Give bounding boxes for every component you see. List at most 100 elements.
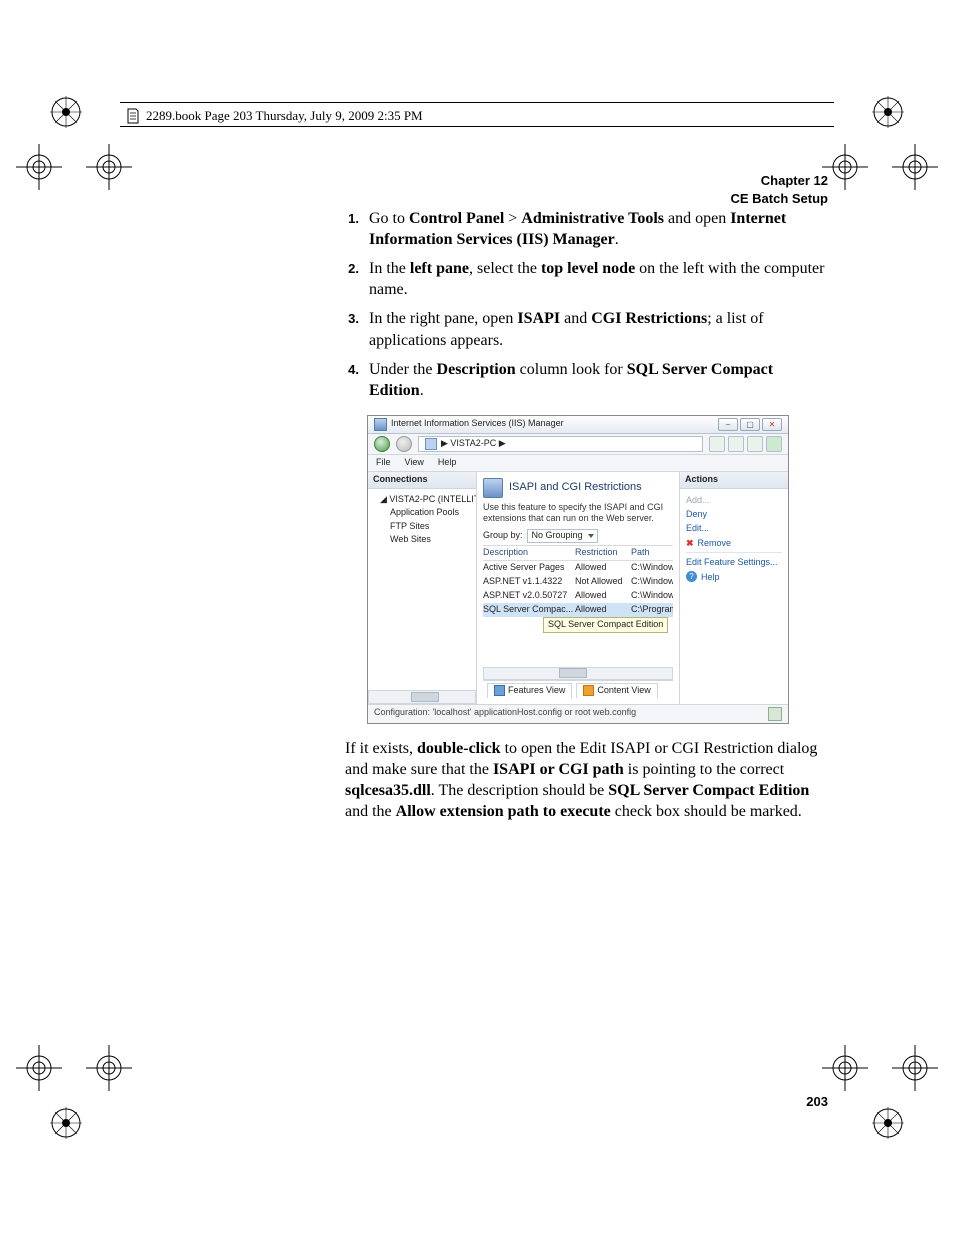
reg-circle-tr bbox=[870, 94, 906, 130]
table-row[interactable]: Active Server PagesAllowedC:\Window bbox=[483, 561, 673, 575]
menu-bar: File View Help bbox=[368, 455, 788, 472]
remove-icon: ✖ bbox=[686, 536, 694, 550]
help-icon: ? bbox=[686, 571, 697, 582]
window-titlebar: Internet Information Services (IIS) Mana… bbox=[368, 416, 788, 434]
app-icon bbox=[374, 418, 387, 431]
close-button[interactable]: ✕ bbox=[762, 418, 782, 431]
chapter-header: Chapter 12 CE Batch Setup bbox=[730, 172, 828, 207]
step-body: Go to Control Panel > Administrative Too… bbox=[369, 208, 831, 250]
instruction-step: 4.Under the Description column look for … bbox=[345, 359, 831, 401]
tab-features-view[interactable]: Features View bbox=[487, 683, 572, 698]
reg-circle-br bbox=[870, 1105, 906, 1141]
table-header[interactable]: Description Restriction Path bbox=[483, 546, 673, 561]
mid-scrollbar[interactable] bbox=[483, 667, 673, 680]
left-scrollbar[interactable] bbox=[368, 690, 476, 704]
action-item[interactable]: ?Help bbox=[686, 570, 782, 584]
groupby-label: Group by: bbox=[483, 530, 523, 542]
tree-item[interactable]: Web Sites bbox=[370, 533, 474, 547]
maximize-button[interactable]: ▢ bbox=[740, 418, 760, 431]
tagline-text: 2289.book Page 203 Thursday, July 9, 200… bbox=[146, 108, 423, 124]
instruction-step: 1.Go to Control Panel > Administrative T… bbox=[345, 208, 831, 250]
toolbar-icon-3[interactable] bbox=[747, 436, 763, 452]
action-item[interactable]: Edit... bbox=[686, 521, 782, 535]
step-number: 4. bbox=[345, 359, 359, 401]
step-body: In the left pane, select the top level n… bbox=[369, 258, 831, 300]
col-path: Path bbox=[631, 547, 673, 559]
restrictions-table: Description Restriction Path Active Serv… bbox=[483, 545, 673, 616]
nav-toolbar: ▶ VISTA2-PC ▶ bbox=[368, 434, 788, 455]
reg-circle-bl bbox=[48, 1105, 84, 1141]
feature-title: ISAPI and CGI Restrictions bbox=[509, 480, 642, 495]
breadcrumb-text: ▶ VISTA2-PC ▶ bbox=[441, 438, 506, 450]
minimize-button[interactable]: – bbox=[718, 418, 738, 431]
groupby-select[interactable]: No Grouping bbox=[527, 529, 598, 543]
tagline-rule-bottom bbox=[120, 126, 834, 127]
features-tab-icon bbox=[494, 685, 505, 696]
view-tabs: Features View Content View bbox=[483, 680, 673, 700]
feature-description: Use this feature to specify the ISAPI an… bbox=[483, 502, 673, 524]
table-row[interactable]: SQL Server Compac...AllowedC:\ProgramSQL… bbox=[483, 603, 673, 617]
reg-cross-tr bbox=[892, 144, 938, 190]
chapter-number: Chapter 12 bbox=[730, 172, 828, 190]
reg-cross-tl bbox=[16, 144, 62, 190]
step-number: 3. bbox=[345, 308, 359, 350]
window-title: Internet Information Services (IIS) Mana… bbox=[391, 418, 564, 430]
reg-cross-br2 bbox=[822, 1045, 868, 1091]
table-row[interactable]: ASP.NET v1.1.4322Not AllowedC:\Window bbox=[483, 575, 673, 589]
body-column: 1.Go to Control Panel > Administrative T… bbox=[345, 208, 831, 822]
menu-view[interactable]: View bbox=[405, 457, 424, 469]
status-bar: Configuration: 'localhost' applicationHo… bbox=[368, 704, 788, 723]
toolbar-icon-1[interactable] bbox=[709, 436, 725, 452]
nav-forward-icon[interactable] bbox=[396, 436, 412, 452]
chapter-title: CE Batch Setup bbox=[730, 190, 828, 208]
content-tab-icon bbox=[583, 685, 594, 696]
table-row[interactable]: ASP.NET v2.0.50727AllowedC:\Window bbox=[483, 589, 673, 603]
row-tooltip: SQL Server Compact Edition bbox=[543, 617, 668, 633]
connections-pane: Connections ◢ VISTA2-PC (INTELLITRACKIN … bbox=[368, 472, 477, 704]
reg-cross-br bbox=[892, 1045, 938, 1091]
iis-screenshot: Internet Information Services (IIS) Mana… bbox=[367, 415, 831, 724]
col-description: Description bbox=[483, 547, 575, 559]
reg-cross-tr2 bbox=[822, 144, 868, 190]
action-item[interactable]: Add... bbox=[686, 493, 782, 507]
book-icon bbox=[126, 108, 140, 124]
step-body: Under the Description column look for SQ… bbox=[369, 359, 831, 401]
step-number: 1. bbox=[345, 208, 359, 250]
after-screenshot-paragraph: If it exists, double-click to open the E… bbox=[345, 738, 831, 822]
actions-header: Actions bbox=[680, 472, 788, 489]
reg-cross-bl bbox=[16, 1045, 62, 1091]
nav-back-icon[interactable] bbox=[374, 436, 390, 452]
status-text: Configuration: 'localhost' applicationHo… bbox=[374, 707, 636, 721]
groupby-row: Group by: No Grouping bbox=[483, 529, 673, 543]
connections-tree[interactable]: ◢ VISTA2-PC (INTELLITRACKIN Application … bbox=[368, 489, 476, 690]
feature-icon bbox=[483, 478, 503, 498]
breadcrumb-icon bbox=[425, 438, 437, 450]
tree-item[interactable]: Application Pools bbox=[370, 506, 474, 520]
tree-item[interactable]: FTP Sites bbox=[370, 520, 474, 534]
tree-item[interactable]: ◢ VISTA2-PC (INTELLITRACKIN bbox=[370, 493, 474, 507]
action-item[interactable]: Edit Feature Settings... bbox=[686, 555, 782, 569]
menu-file[interactable]: File bbox=[376, 457, 391, 469]
reg-cross-tl2 bbox=[86, 144, 132, 190]
connections-header: Connections bbox=[368, 472, 476, 489]
toolbar-icon-2[interactable] bbox=[728, 436, 744, 452]
tab-content-view[interactable]: Content View bbox=[576, 683, 657, 698]
action-item[interactable]: Deny bbox=[686, 507, 782, 521]
instruction-step: 3.In the right pane, open ISAPI and CGI … bbox=[345, 308, 831, 350]
step-body: In the right pane, open ISAPI and CGI Re… bbox=[369, 308, 831, 350]
action-item[interactable]: ✖Remove bbox=[686, 536, 782, 550]
breadcrumb-bar[interactable]: ▶ VISTA2-PC ▶ bbox=[418, 436, 703, 452]
reg-cross-bl2 bbox=[86, 1045, 132, 1091]
step-number: 2. bbox=[345, 258, 359, 300]
feature-pane: ISAPI and CGI Restrictions Use this feat… bbox=[477, 472, 679, 704]
tagline-rule-top bbox=[120, 102, 834, 103]
toolbar-help-icon[interactable] bbox=[766, 436, 782, 452]
reg-circle-tl bbox=[48, 94, 84, 130]
page-number: 203 bbox=[806, 1094, 828, 1109]
status-icon bbox=[768, 707, 782, 721]
actions-pane: Actions Add...DenyEdit...✖Remove Edit Fea… bbox=[679, 472, 788, 704]
book-tagline: 2289.book Page 203 Thursday, July 9, 200… bbox=[126, 108, 423, 124]
menu-help[interactable]: Help bbox=[438, 457, 457, 469]
col-restriction: Restriction bbox=[575, 547, 631, 559]
instruction-step: 2.In the left pane, select the top level… bbox=[345, 258, 831, 300]
